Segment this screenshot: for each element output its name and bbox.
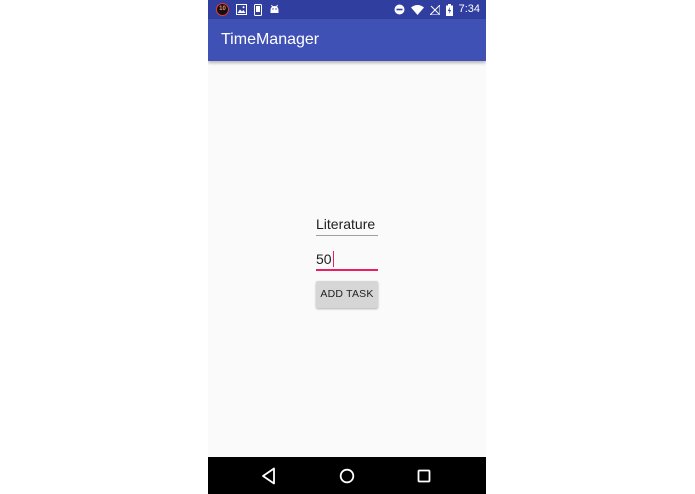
image-icon — [236, 4, 247, 15]
status-bar-right: 7:34 — [394, 2, 480, 17]
status-time: 7:34 — [458, 3, 480, 15]
app-bar: TimeManager — [208, 19, 486, 61]
status-bar: 10 7:34 — [208, 0, 486, 19]
status-bar-left: 10 — [216, 2, 280, 17]
android-icon — [270, 4, 279, 13]
task-name-value: Literature — [316, 216, 376, 232]
wifi-icon — [410, 4, 424, 15]
phone-screen: 10 7:34 TimeManager Literature 50 ADD TA… — [208, 0, 486, 494]
add-task-button[interactable]: ADD TASK — [316, 281, 378, 308]
minutes-input[interactable]: 50 — [316, 249, 378, 271]
text-cursor — [332, 251, 334, 267]
recents-icon[interactable] — [413, 465, 435, 487]
device-icon — [254, 3, 262, 16]
task-name-input[interactable]: Literature — [316, 214, 378, 236]
minutes-value-wrapper: 50 — [316, 251, 334, 268]
navigation-bar — [208, 457, 486, 494]
battery-charging-icon — [445, 3, 453, 16]
no-signal-icon — [429, 4, 440, 15]
back-icon[interactable] — [258, 465, 280, 487]
minutes-value: 50 — [316, 251, 332, 267]
app-title: TimeManager — [221, 31, 320, 48]
home-icon[interactable] — [336, 465, 358, 487]
do-not-disturb-icon — [394, 4, 405, 15]
notification-badge-icon: 10 — [216, 3, 229, 16]
